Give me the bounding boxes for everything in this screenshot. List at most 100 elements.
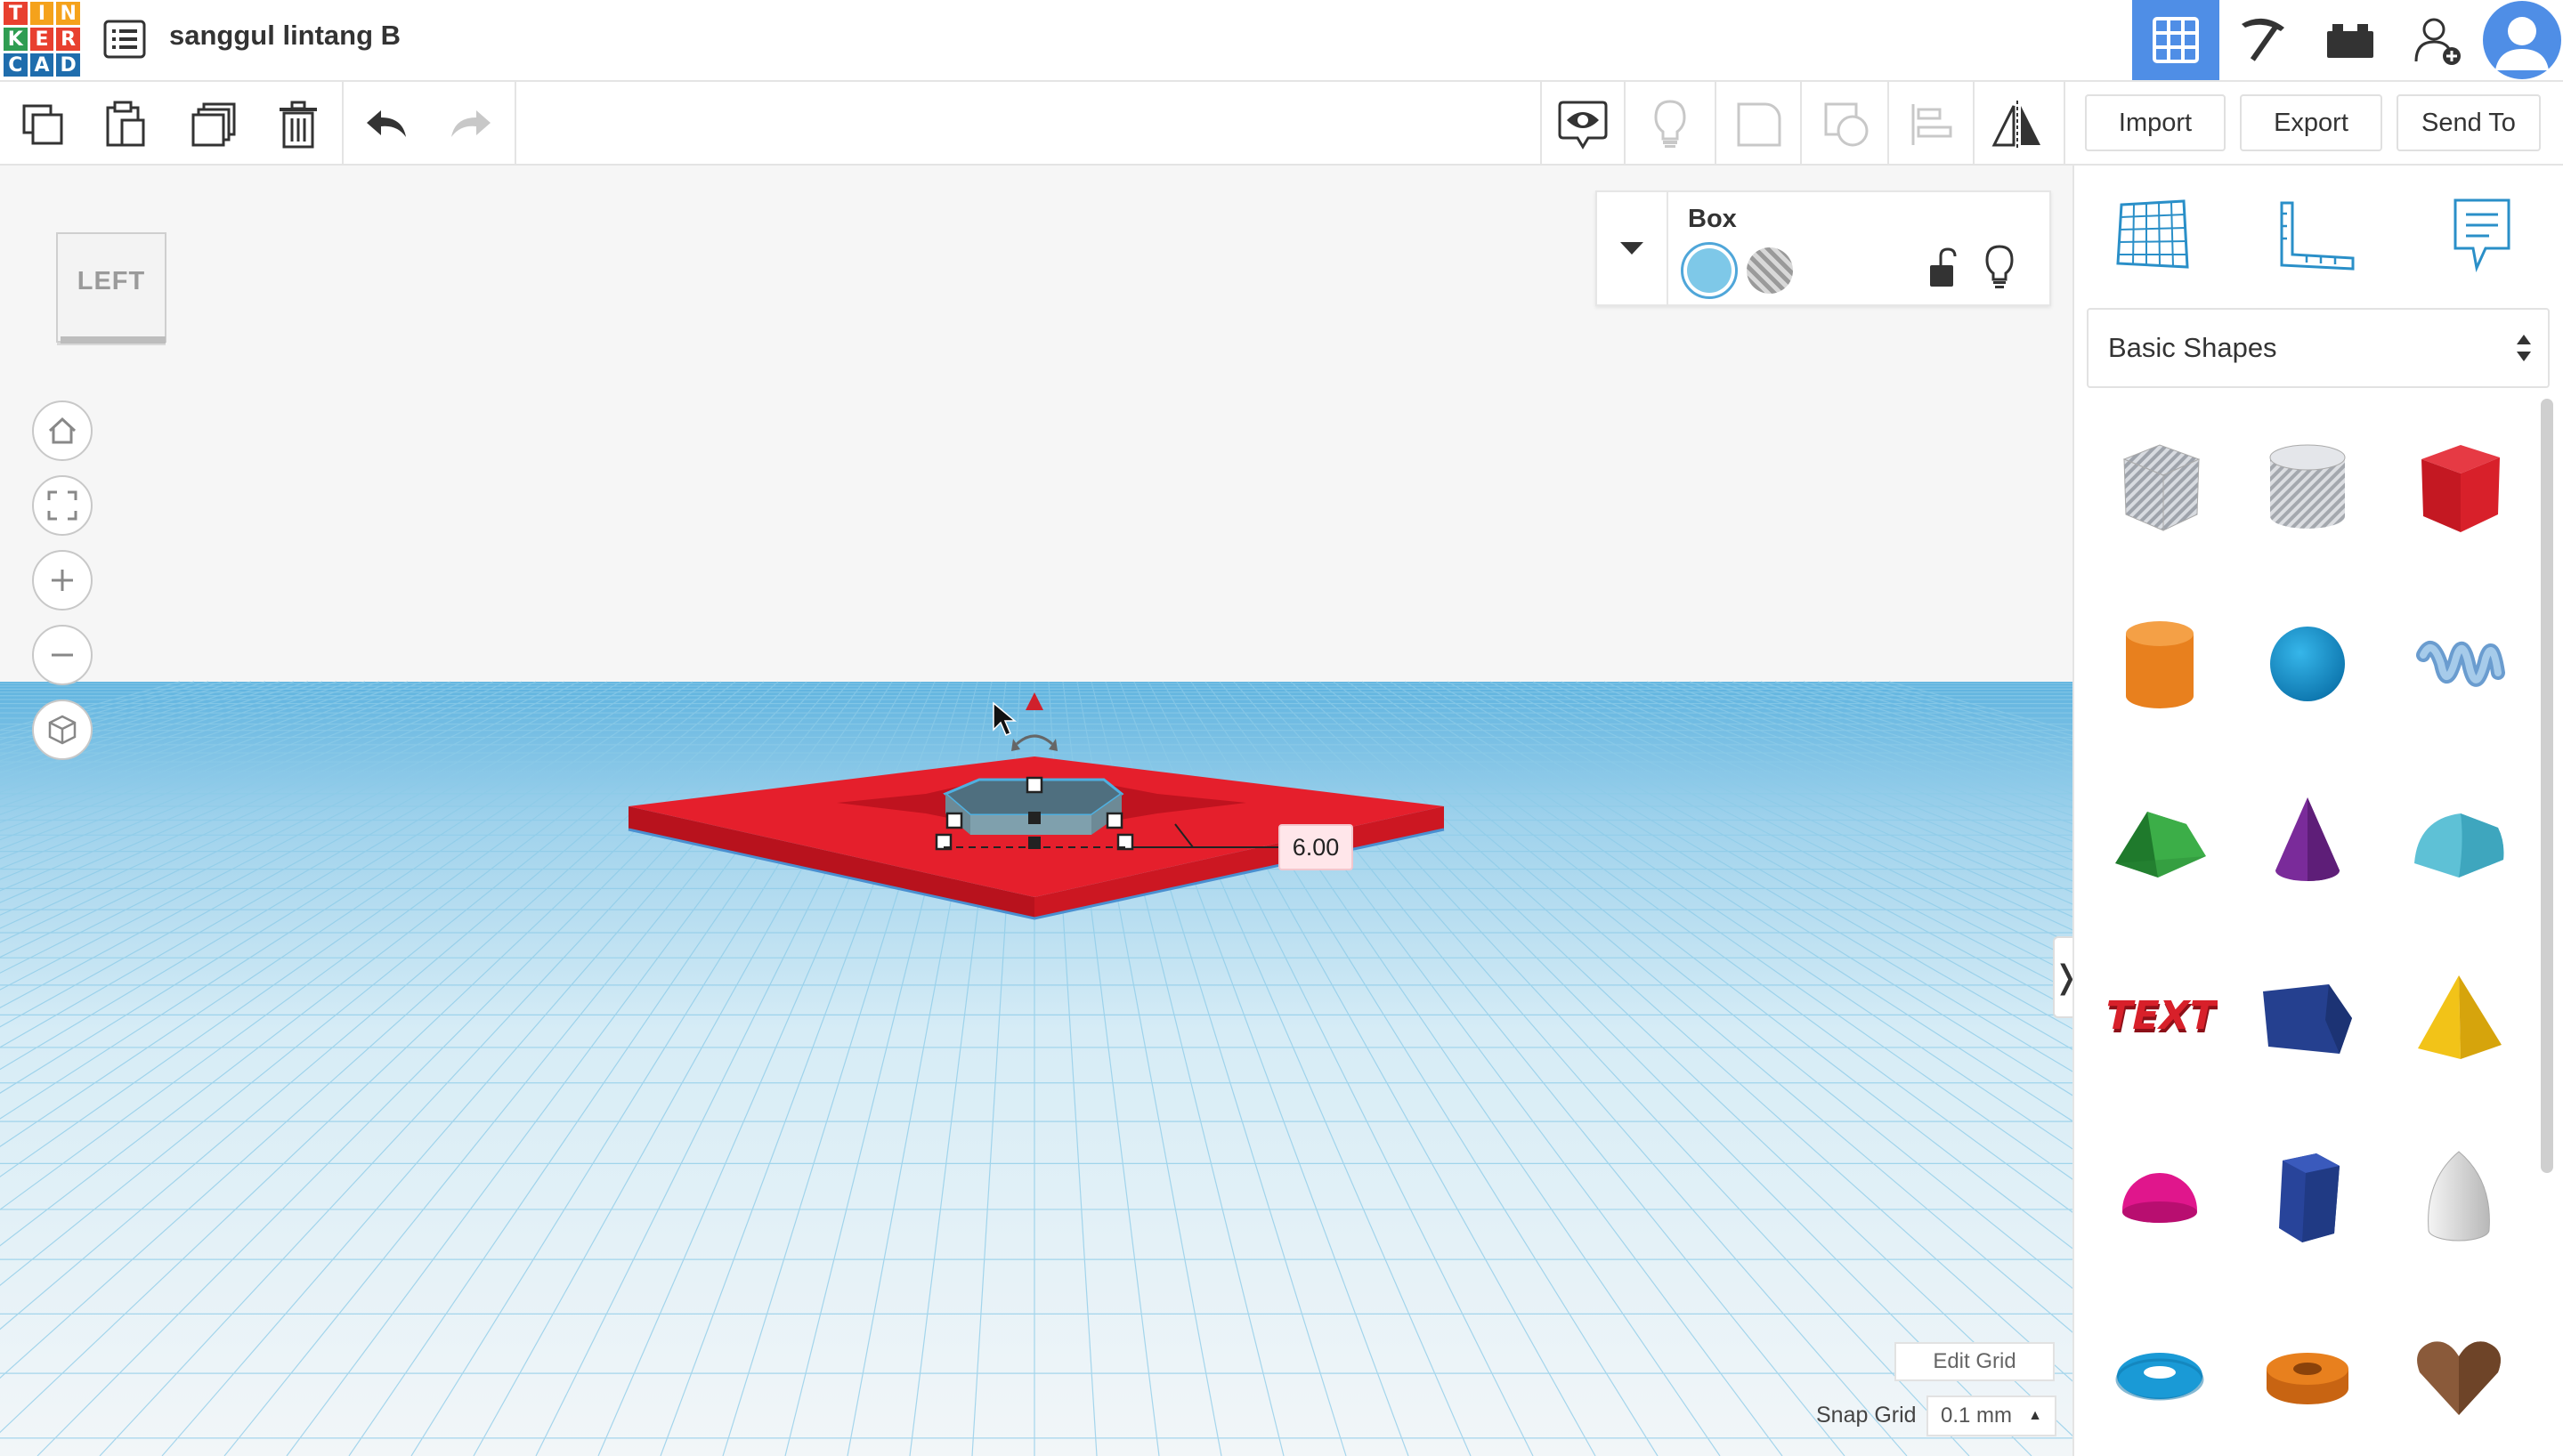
shape-round-roof[interactable] [2388, 762, 2530, 922]
shape-scribble[interactable] [2388, 584, 2530, 744]
scribble-icon [2416, 641, 2505, 687]
ruler-tool-button[interactable] [2274, 192, 2359, 278]
user-avatar[interactable] [2481, 0, 2563, 80]
plus-icon [52, 570, 73, 591]
panel-scrollbar[interactable] [2541, 399, 2553, 1173]
box-hole-icon [2122, 444, 2201, 531]
visibility-bulb-icon[interactable] [1982, 244, 2017, 290]
undo-button[interactable] [361, 98, 414, 151]
logo-letter: A [29, 53, 54, 77]
workplane-grid[interactable] [0, 166, 2072, 1456]
dimension-input[interactable]: 6.00 [1278, 824, 1353, 870]
trash-icon [280, 101, 317, 149]
delete-button[interactable] [272, 98, 325, 151]
logo-letter: I [29, 2, 54, 25]
hexagonal-prism-icon [2279, 1153, 2340, 1242]
shape-polygon[interactable] [2236, 940, 2379, 1100]
svg-text:TEXT: TEXT [2102, 993, 2218, 1038]
chevron-right-icon: ❭ [2053, 959, 2072, 996]
tinkercad-logo[interactable]: TIN KER CAD [4, 2, 80, 77]
shape-tube[interactable] [2236, 1296, 2379, 1456]
shape-inspector: Box [1595, 190, 2051, 306]
paraboloid-icon [2428, 1151, 2490, 1242]
design-list-icon[interactable] [103, 20, 146, 59]
send-to-button[interactable]: Send To [2397, 94, 2541, 151]
shape-paraboloid[interactable] [2388, 1118, 2530, 1278]
logo-letter: C [4, 53, 28, 77]
view-cube[interactable]: LEFT [53, 230, 169, 345]
text-icon: TEXTTEXT [2102, 993, 2218, 1041]
group-button[interactable] [1732, 98, 1786, 151]
shape-box[interactable] [2388, 406, 2530, 566]
logo-letter: R [56, 28, 80, 51]
notes-tool-button[interactable] [2439, 192, 2525, 278]
design-title[interactable]: sanggul lintang B [169, 20, 401, 52]
bricks-view-button[interactable] [2307, 0, 2394, 80]
eye-bubble-icon [1558, 101, 1608, 150]
shape-heart[interactable] [2388, 1296, 2530, 1456]
box-icon [2421, 445, 2500, 532]
shape-hexagonal-prism[interactable] [2236, 1118, 2379, 1278]
minus-icon [52, 653, 73, 657]
export-button[interactable]: Export [2240, 94, 2382, 151]
avatar-icon [2483, 1, 2561, 79]
solid-color-swatch[interactable] [1681, 242, 1738, 299]
align-button[interactable] [1905, 98, 1959, 151]
shape-cylinder[interactable] [2089, 584, 2231, 744]
show-notes-button[interactable] [1556, 98, 1610, 151]
view-cube-face-label: LEFT [77, 267, 146, 295]
zoom-out-button[interactable] [32, 625, 93, 685]
paste-button[interactable] [98, 98, 151, 151]
redo-button[interactable] [443, 98, 497, 151]
ungroup-button[interactable] [1820, 98, 1873, 151]
shape-library-selected: Basic Shapes [2108, 332, 2277, 363]
snap-grid-value: 0.1 mm [1941, 1403, 2013, 1428]
unlock-icon[interactable] [1925, 246, 1960, 290]
cube-perspective-icon [48, 715, 77, 745]
polygon-icon [2263, 984, 2352, 1054]
workplane-tool-button[interactable] [2110, 192, 2195, 278]
shape-cylinder-hole[interactable] [2236, 406, 2379, 566]
duplicate-button[interactable] [187, 98, 240, 151]
panel-collapse-toggle[interactable]: ❭ [2053, 936, 2072, 1018]
snap-grid-select[interactable]: 0.1 mm ▲ [1926, 1395, 2056, 1436]
tube-icon [2267, 1353, 2348, 1404]
fit-view-icon [47, 490, 77, 521]
heart-icon [2417, 1341, 2501, 1415]
shape-pyramid[interactable] [2388, 940, 2530, 1100]
invite-user-button[interactable] [2394, 0, 2481, 80]
hole-swatch[interactable] [1747, 247, 1793, 294]
shape-half-sphere[interactable] [2089, 1118, 2231, 1278]
shape-text[interactable]: TEXT TEXT [2089, 940, 2231, 1100]
fit-view-button[interactable] [32, 475, 93, 536]
paste-icon [106, 101, 145, 147]
logo-letter: D [56, 53, 80, 77]
perspective-toggle-button[interactable] [32, 700, 93, 760]
pickaxe-icon [2242, 18, 2284, 61]
logo-letter: E [29, 28, 54, 51]
half-sphere-icon [2122, 1173, 2197, 1223]
ungroup-icon [1824, 102, 1869, 147]
import-button[interactable]: Import [2085, 94, 2226, 151]
inspector-collapse-button[interactable] [1597, 192, 1668, 304]
inspector-shape-name: Box [1688, 205, 1737, 233]
edit-grid-button[interactable]: Edit Grid [1894, 1342, 2055, 1381]
home-view-button[interactable] [32, 400, 93, 461]
3d-design-view-button[interactable] [2132, 0, 2219, 80]
shape-roof[interactable] [2089, 762, 2231, 922]
round-roof-icon [2414, 813, 2504, 878]
logo-letter: T [4, 2, 28, 25]
shape-sphere[interactable] [2236, 584, 2379, 744]
blocks-view-button[interactable] [2219, 0, 2307, 80]
zoom-in-button[interactable] [32, 550, 93, 611]
mirror-button[interactable] [1991, 98, 2044, 151]
workplane-viewport[interactable]: LEFT Box 6.00 Edit Grid Snap Grid 0.1 mm… [0, 166, 2072, 1456]
shape-box-hole[interactable] [2089, 406, 2231, 566]
shape-cone[interactable] [2236, 762, 2379, 922]
edit-toolbar: Import Export Send To [0, 82, 2563, 166]
show-hidden-button[interactable] [1643, 98, 1697, 151]
copy-button[interactable] [16, 98, 69, 151]
shape-library-select[interactable]: Basic Shapes [2087, 308, 2550, 388]
logo-letter: K [4, 28, 28, 51]
shape-torus[interactable] [2089, 1296, 2231, 1456]
